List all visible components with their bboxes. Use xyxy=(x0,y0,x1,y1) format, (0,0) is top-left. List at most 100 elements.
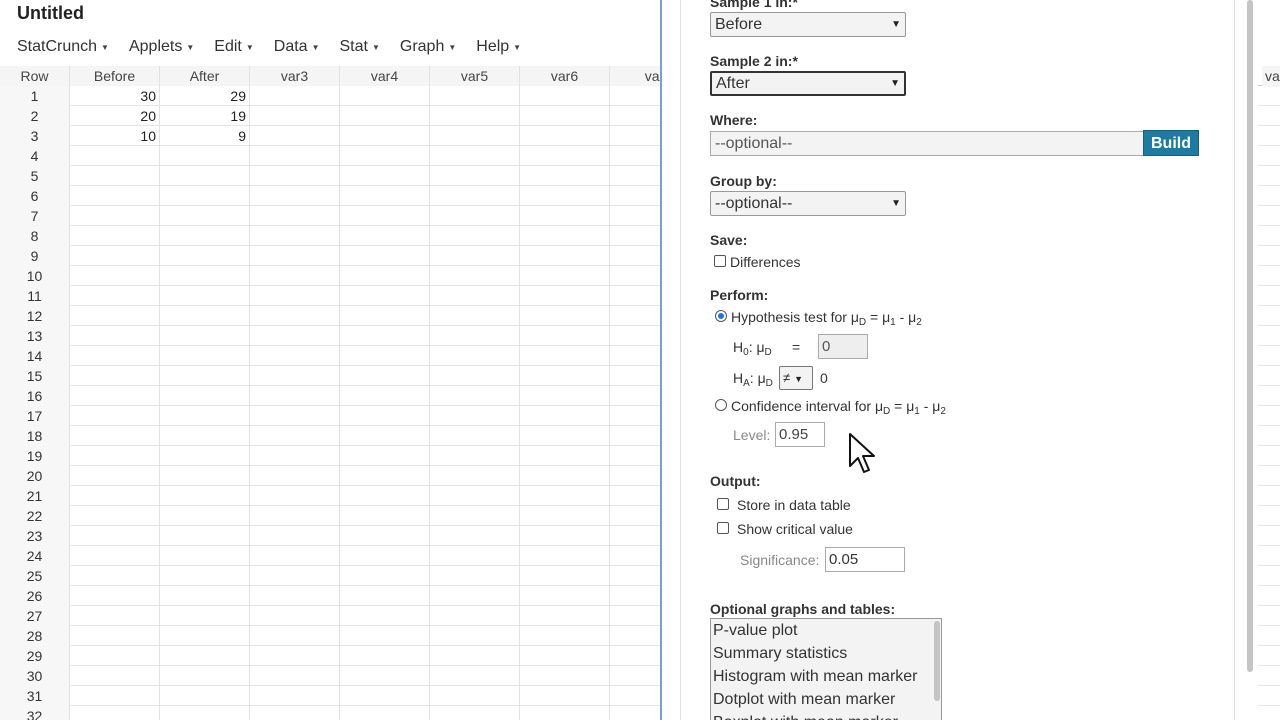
row-number[interactable]: 7 xyxy=(0,206,70,226)
significance-input[interactable]: 0.05 xyxy=(825,547,905,572)
table-cell[interactable] xyxy=(340,606,430,626)
table-cell[interactable] xyxy=(250,626,340,646)
optional-graphs-listbox[interactable]: P-value plot Summary statistics Histogram … xyxy=(710,618,942,720)
table-cell[interactable] xyxy=(340,506,430,526)
table-cell[interactable] xyxy=(340,106,430,126)
table-cell[interactable] xyxy=(430,626,520,646)
row-number[interactable]: 26 xyxy=(0,586,70,606)
store-checkbox[interactable] xyxy=(717,498,729,510)
table-cell[interactable] xyxy=(250,146,340,166)
table-cell[interactable] xyxy=(430,366,520,386)
table-cell[interactable] xyxy=(340,286,430,306)
table-cell[interactable] xyxy=(430,706,520,720)
table-cell[interactable] xyxy=(70,686,160,706)
table-cell[interactable] xyxy=(250,506,340,526)
table-cell[interactable] xyxy=(520,386,610,406)
table-cell[interactable] xyxy=(70,646,160,666)
menu-edit[interactable]: Edit ▼ xyxy=(214,36,254,58)
table-cell[interactable] xyxy=(250,286,340,306)
row-number[interactable]: 20 xyxy=(0,466,70,486)
table-cell[interactable] xyxy=(160,566,250,586)
table-cell[interactable] xyxy=(70,546,160,566)
row-number[interactable]: 5 xyxy=(0,166,70,186)
table-cell[interactable] xyxy=(160,366,250,386)
table-cell[interactable] xyxy=(160,706,250,720)
table-cell[interactable] xyxy=(520,326,610,346)
table-cell[interactable] xyxy=(70,606,160,626)
table-cell[interactable] xyxy=(520,666,610,686)
table-cell[interactable] xyxy=(340,546,430,566)
table-cell[interactable] xyxy=(340,626,430,646)
table-cell[interactable] xyxy=(340,86,430,106)
table-cell[interactable] xyxy=(430,346,520,366)
table-cell[interactable] xyxy=(520,626,610,646)
table-cell[interactable] xyxy=(250,186,340,206)
table-cell[interactable]: 29 xyxy=(160,86,250,106)
table-cell[interactable] xyxy=(520,206,610,226)
table-cell[interactable] xyxy=(160,266,250,286)
menu-data[interactable]: Data ▼ xyxy=(274,36,320,58)
table-cell[interactable] xyxy=(430,406,520,426)
column-header[interactable]: After xyxy=(160,66,250,86)
table-cell[interactable] xyxy=(160,446,250,466)
row-number[interactable]: 17 xyxy=(0,406,70,426)
table-cell[interactable] xyxy=(160,506,250,526)
table-cell[interactable] xyxy=(430,326,520,346)
table-cell[interactable] xyxy=(520,306,610,326)
table-cell[interactable] xyxy=(340,466,430,486)
table-cell[interactable] xyxy=(520,86,610,106)
table-cell[interactable] xyxy=(70,266,160,286)
table-cell[interactable] xyxy=(340,686,430,706)
table-cell[interactable] xyxy=(520,126,610,146)
listbox-option[interactable]: Histogram with mean marker xyxy=(711,665,941,688)
table-cell[interactable] xyxy=(70,566,160,586)
table-cell[interactable] xyxy=(520,706,610,720)
table-cell[interactable] xyxy=(250,426,340,446)
table-cell[interactable] xyxy=(430,146,520,166)
table-cell[interactable] xyxy=(520,426,610,446)
table-cell[interactable] xyxy=(160,426,250,446)
row-number[interactable]: 15 xyxy=(0,366,70,386)
table-cell[interactable] xyxy=(160,686,250,706)
table-cell[interactable] xyxy=(340,326,430,346)
table-cell[interactable] xyxy=(430,246,520,266)
table-cell[interactable] xyxy=(430,386,520,406)
table-cell[interactable] xyxy=(340,646,430,666)
listbox-option[interactable]: Summary statistics xyxy=(711,642,941,665)
table-cell[interactable] xyxy=(340,206,430,226)
table-cell[interactable] xyxy=(250,126,340,146)
table-cell[interactable] xyxy=(340,146,430,166)
table-cell[interactable] xyxy=(250,586,340,606)
table-cell[interactable] xyxy=(160,326,250,346)
table-cell[interactable] xyxy=(430,666,520,686)
table-cell[interactable] xyxy=(70,346,160,366)
row-number[interactable]: 9 xyxy=(0,246,70,266)
table-cell[interactable] xyxy=(430,686,520,706)
table-cell[interactable] xyxy=(430,426,520,446)
table-cell[interactable] xyxy=(340,566,430,586)
listbox-scrollbar[interactable] xyxy=(934,621,940,701)
listbox-option[interactable]: Boxplot with mean marker xyxy=(711,711,941,720)
table-cell[interactable] xyxy=(160,606,250,626)
table-cell[interactable] xyxy=(430,646,520,666)
table-cell[interactable] xyxy=(340,706,430,720)
table-cell[interactable]: 30 xyxy=(70,86,160,106)
table-cell[interactable] xyxy=(70,486,160,506)
table-cell[interactable] xyxy=(340,186,430,206)
sample1-select[interactable]: Before ▼ xyxy=(710,12,906,37)
table-cell[interactable] xyxy=(430,606,520,626)
sample2-select[interactable]: After ▼ xyxy=(710,71,906,96)
table-cell[interactable] xyxy=(430,486,520,506)
table-cell[interactable] xyxy=(340,266,430,286)
table-cell[interactable] xyxy=(430,106,520,126)
table-cell[interactable] xyxy=(160,466,250,486)
table-cell[interactable] xyxy=(250,246,340,266)
menu-stat[interactable]: Stat ▼ xyxy=(339,36,379,58)
row-number[interactable]: 12 xyxy=(0,306,70,326)
table-cell[interactable] xyxy=(520,546,610,566)
table-cell[interactable] xyxy=(430,86,520,106)
table-cell[interactable] xyxy=(250,326,340,346)
row-number[interactable]: 11 xyxy=(0,286,70,306)
row-number[interactable]: 21 xyxy=(0,486,70,506)
table-cell[interactable] xyxy=(250,526,340,546)
